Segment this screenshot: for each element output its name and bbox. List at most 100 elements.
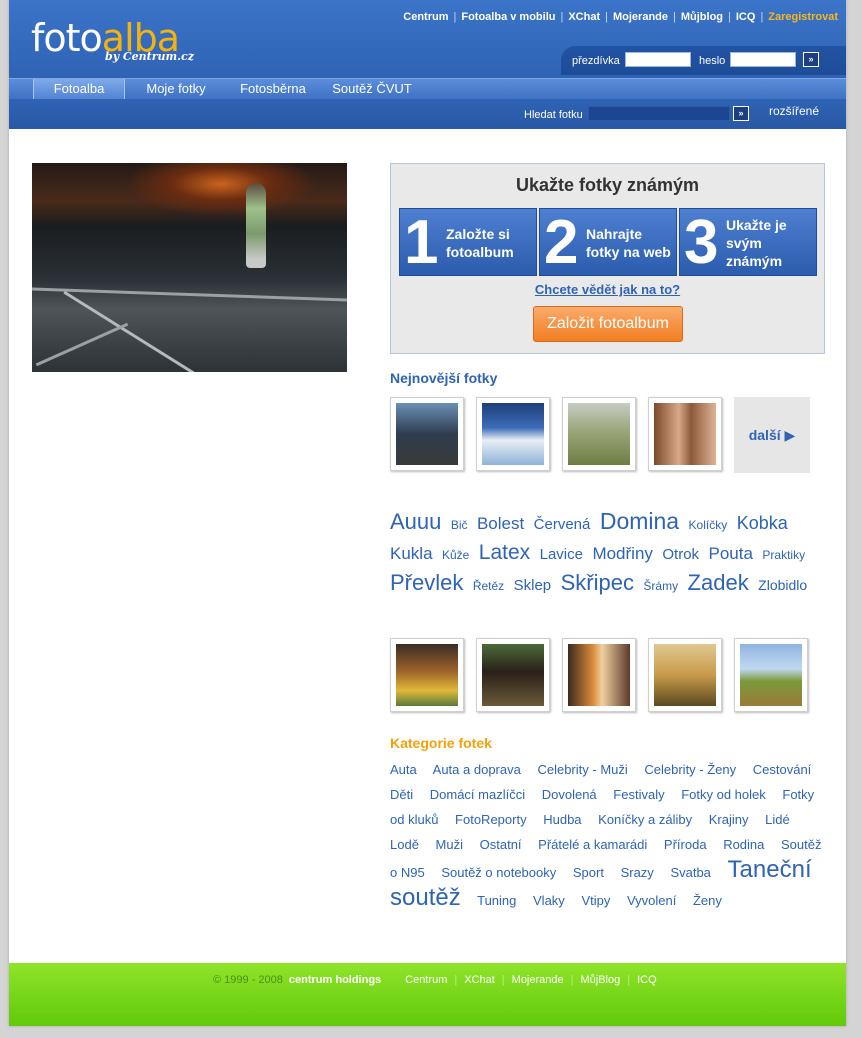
category-link[interactable]: Dovolená bbox=[542, 787, 597, 802]
tag-link[interactable]: Bič bbox=[451, 518, 468, 532]
category-link[interactable]: Lodě bbox=[390, 837, 419, 852]
search-input[interactable] bbox=[588, 106, 730, 121]
photo-thumbnail[interactable] bbox=[476, 638, 550, 712]
tag-link[interactable]: Řetěz bbox=[473, 579, 504, 593]
photo-thumbnail[interactable] bbox=[734, 638, 808, 712]
advanced-search-link[interactable]: rozšířené bbox=[769, 104, 819, 118]
tag-link[interactable]: Červená bbox=[534, 516, 591, 533]
tag-link[interactable]: Sklep bbox=[514, 577, 552, 594]
category-link[interactable]: Vtipy bbox=[581, 893, 610, 908]
category-link[interactable]: Hudba bbox=[543, 812, 581, 827]
fotoalba-logo[interactable]: fotoalba by Centrum.cz bbox=[31, 18, 201, 68]
topnav-mujblog[interactable]: Můjblog bbox=[681, 11, 723, 23]
category-link[interactable]: Auta a doprava bbox=[433, 762, 521, 777]
tab-soutez-cvut[interactable]: Soutěž ČVUT bbox=[325, 79, 419, 99]
tag-link[interactable]: Šrámy bbox=[643, 579, 678, 593]
login-bar: přezdívka heslo » bbox=[561, 46, 846, 75]
photo-row-2 bbox=[390, 638, 820, 712]
tag-link[interactable]: Pouta bbox=[709, 544, 753, 563]
newest-photos-title: Nejnovější fotky bbox=[390, 370, 498, 386]
category-link[interactable]: Ženy bbox=[693, 893, 722, 908]
category-link[interactable]: Svatba bbox=[670, 865, 710, 880]
register-link[interactable]: Zaregistrovat bbox=[768, 11, 838, 23]
tag-link[interactable]: Zadek bbox=[688, 570, 749, 595]
category-link[interactable]: Vyvolení bbox=[627, 893, 676, 908]
tag-link[interactable]: Zlobidlo bbox=[758, 577, 807, 593]
photo-thumbnail[interactable] bbox=[390, 638, 464, 712]
featured-photo[interactable] bbox=[32, 163, 347, 372]
nickname-label: přezdívka bbox=[572, 55, 620, 67]
category-link[interactable]: Vlaky bbox=[533, 893, 565, 908]
category-link[interactable]: Krajiny bbox=[709, 812, 749, 827]
category-link[interactable]: Cestování bbox=[753, 762, 812, 777]
photo-thumbnail[interactable] bbox=[476, 397, 550, 471]
category-link[interactable]: Koníčky a záliby bbox=[598, 812, 692, 827]
category-link[interactable]: Festivaly bbox=[613, 787, 664, 802]
category-link[interactable]: Auta bbox=[390, 762, 417, 777]
tag-link[interactable]: Převlek bbox=[390, 570, 463, 595]
step-3: 3 Ukažte je svým známým bbox=[679, 208, 817, 277]
more-photos-link[interactable]: další ▶ bbox=[734, 397, 810, 473]
category-link[interactable]: Sport bbox=[573, 865, 604, 880]
tab-moje-fotky[interactable]: Moje fotky bbox=[137, 79, 215, 99]
footer-link-centrum[interactable]: Centrum bbox=[405, 974, 447, 986]
category-link[interactable]: Příroda bbox=[664, 837, 707, 852]
footer-link-icq[interactable]: ICQ bbox=[637, 974, 657, 986]
category-link[interactable]: Lidé bbox=[765, 812, 790, 827]
login-go-button[interactable]: » bbox=[803, 52, 819, 67]
footer-link-mujblog[interactable]: MůjBlog bbox=[581, 974, 621, 986]
create-album-button[interactable]: Založit fotoalbum bbox=[533, 306, 683, 342]
footer-link-xchat[interactable]: XChat bbox=[464, 974, 495, 986]
tab-fotoalba[interactable]: Fotoalba bbox=[33, 79, 125, 99]
step-1: 1 Založte si fotoalbum bbox=[399, 208, 537, 277]
tag-link[interactable]: Kůže bbox=[442, 548, 469, 562]
photo-thumbnail[interactable] bbox=[562, 638, 636, 712]
nickname-input[interactable] bbox=[625, 52, 691, 67]
tag-link[interactable]: Modřiny bbox=[592, 544, 652, 563]
password-input[interactable] bbox=[730, 52, 796, 67]
footer: © 1999 - 2008 centrum holdings Centrum | … bbox=[9, 963, 846, 1026]
tag-link[interactable]: Praktiky bbox=[762, 548, 805, 562]
search-go-button[interactable]: » bbox=[733, 106, 749, 121]
search-bar: Hledat fotku » rozšířené bbox=[9, 99, 846, 129]
tag-link[interactable]: Latex bbox=[479, 541, 530, 564]
tag-link[interactable]: Skřipec bbox=[561, 570, 634, 595]
tag-link[interactable]: Auuu bbox=[390, 509, 441, 534]
tab-fotosberna[interactable]: Fotosběrna bbox=[231, 79, 315, 99]
category-link[interactable]: FotoReporty bbox=[455, 812, 527, 827]
category-link[interactable]: Soutěž o notebooky bbox=[441, 865, 556, 880]
category-link[interactable]: Přátelé a kamarádi bbox=[538, 837, 647, 852]
topnav-centrum[interactable]: Centrum bbox=[403, 11, 448, 23]
photo-thumbnail[interactable] bbox=[390, 397, 464, 471]
topnav-mojerande[interactable]: Mojerande bbox=[613, 11, 668, 23]
categories-list: Auta Auta a doprava Celebrity - Muži Cel… bbox=[390, 757, 830, 913]
topnav-xchat[interactable]: XChat bbox=[568, 11, 600, 23]
category-link[interactable]: Tuning bbox=[477, 893, 516, 908]
category-link[interactable]: Fotky od holek bbox=[681, 787, 766, 802]
howto-link[interactable]: Chcete vědět jak na to? bbox=[391, 282, 824, 297]
tag-link[interactable]: Kobka bbox=[737, 513, 788, 533]
tag-link[interactable]: Bolest bbox=[477, 514, 524, 533]
category-link[interactable]: Ostatní bbox=[480, 837, 522, 852]
tag-link[interactable]: Kukla bbox=[390, 544, 433, 563]
main-navigation: Fotoalba Moje fotky Fotosběrna Soutěž ČV… bbox=[9, 78, 846, 99]
category-link[interactable]: Celebrity - Muži bbox=[537, 762, 627, 777]
photo-thumbnail[interactable] bbox=[562, 397, 636, 471]
category-link[interactable]: Děti bbox=[390, 787, 413, 802]
category-link[interactable]: Domácí mazlíčci bbox=[430, 787, 525, 802]
tag-link[interactable]: Kolíčky bbox=[689, 518, 728, 532]
photo-thumbnail[interactable] bbox=[648, 397, 722, 471]
footer-brand: centrum holdings bbox=[288, 974, 382, 986]
category-link[interactable]: Srazy bbox=[621, 865, 654, 880]
topnav-fotoalba-mobil[interactable]: Fotoalba v mobilu bbox=[461, 11, 555, 23]
tag-link[interactable]: Domina bbox=[600, 508, 679, 534]
tag-link[interactable]: Lavice bbox=[540, 546, 583, 563]
footer-link-mojerande[interactable]: Mojerande bbox=[512, 974, 564, 986]
topnav-icq[interactable]: ICQ bbox=[736, 11, 756, 23]
category-link[interactable]: Muži bbox=[436, 837, 463, 852]
tag-link[interactable]: Otrok bbox=[662, 546, 699, 563]
category-link[interactable]: Celebrity - Ženy bbox=[644, 762, 736, 777]
page: fotoalba by Centrum.cz Centrum | Fotoalba… bbox=[9, 0, 846, 1026]
category-link[interactable]: Rodina bbox=[723, 837, 764, 852]
photo-thumbnail[interactable] bbox=[648, 638, 722, 712]
